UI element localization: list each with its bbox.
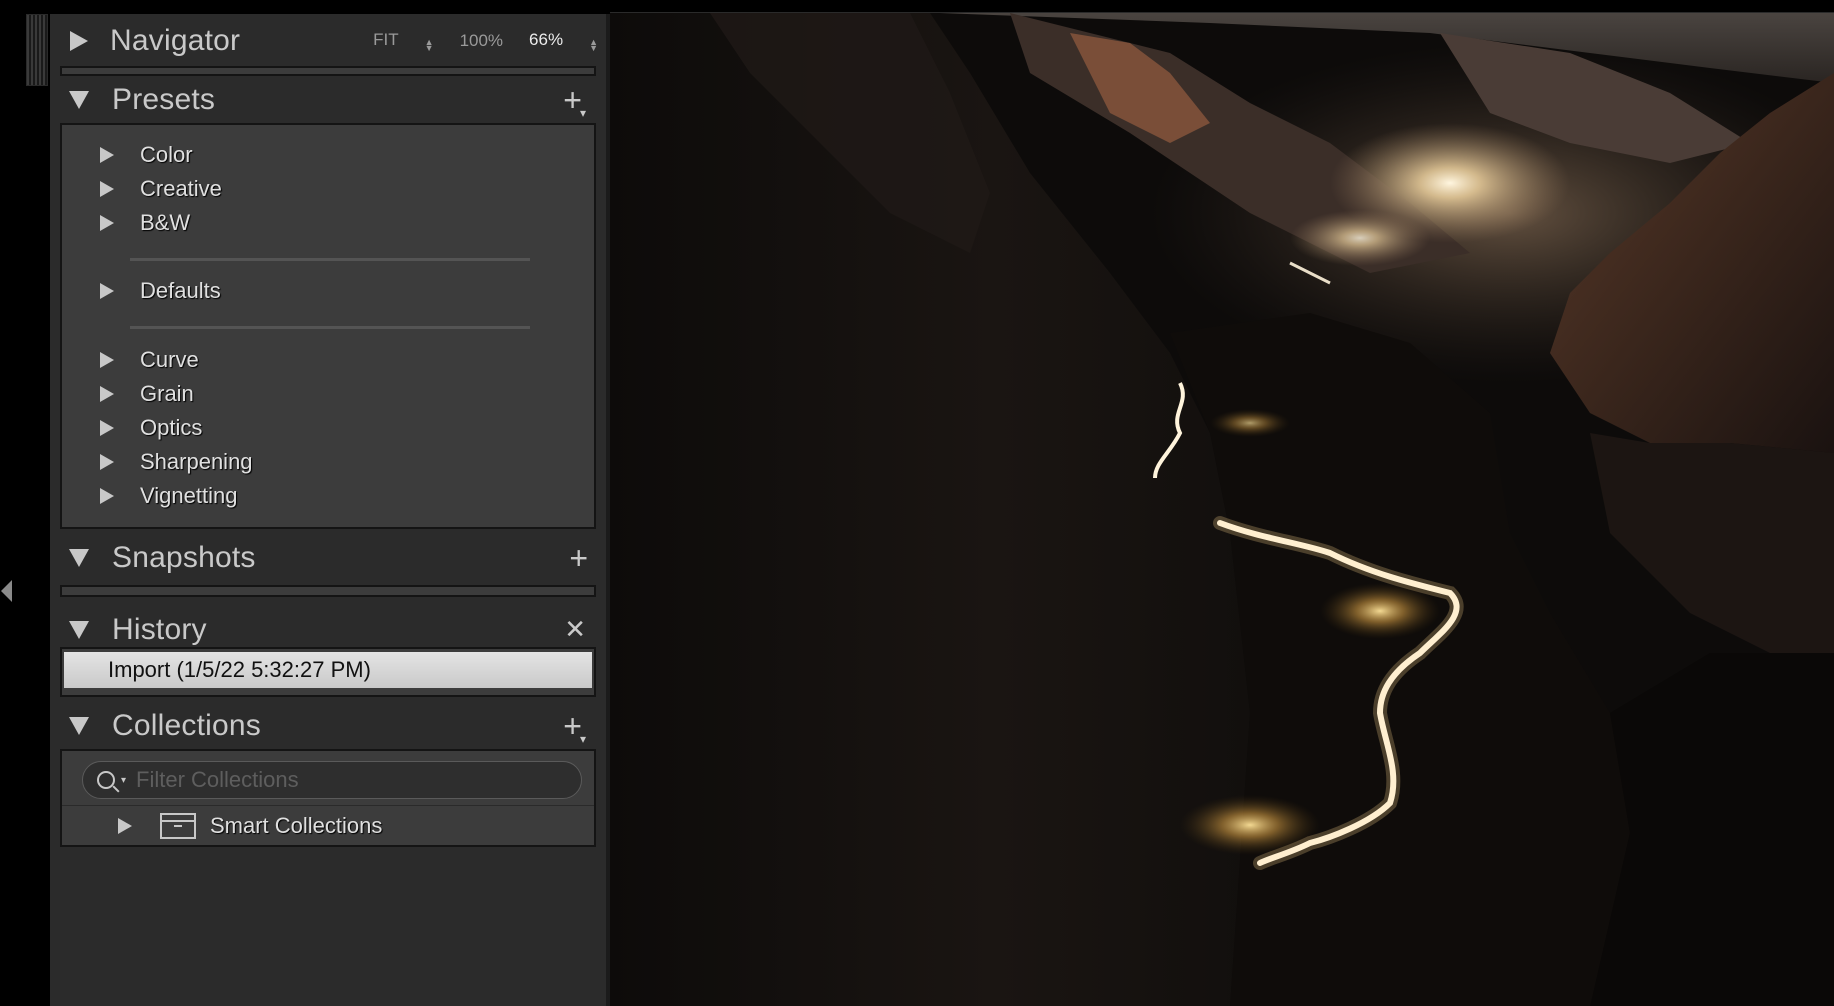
navigator-title: Navigator bbox=[110, 24, 241, 57]
presets-list: Color Creative B&W Defaults Curve Grain … bbox=[60, 123, 596, 529]
expand-triangle-icon bbox=[100, 420, 114, 436]
preset-divider bbox=[130, 326, 530, 329]
snapshots-list bbox=[60, 585, 596, 597]
history-list: Import (1/5/22 5:32:27 PM) bbox=[60, 647, 596, 697]
filter-collections-input[interactable] bbox=[134, 766, 555, 794]
zoom-fit-label: FIT bbox=[373, 30, 399, 49]
navigator-header[interactable]: Navigator FIT ▲ ▼ 100% 66% ▲ ▼ bbox=[50, 14, 606, 68]
navigator-expand-triangle-icon[interactable] bbox=[70, 31, 88, 51]
preset-group-label: Color bbox=[140, 142, 193, 167]
add-collection-plus-icon[interactable]: +▾ bbox=[563, 710, 588, 748]
snapshots-title: Snapshots bbox=[112, 541, 256, 574]
collection-set-icon bbox=[160, 812, 196, 839]
history-item-selected[interactable]: Import (1/5/22 5:32:27 PM) bbox=[64, 652, 592, 688]
collection-label: Smart Collections bbox=[210, 812, 383, 838]
left-panel: Navigator FIT ▲ ▼ 100% 66% ▲ ▼ Presets +▾ Co… bbox=[50, 14, 606, 1006]
snapshots-collapse-triangle-icon[interactable] bbox=[69, 549, 89, 567]
collections-collapse-triangle-icon[interactable] bbox=[69, 717, 89, 735]
preset-group-curve[interactable]: Curve bbox=[100, 343, 199, 377]
preset-group-bw[interactable]: B&W bbox=[100, 206, 190, 240]
preset-group-label: Sharpening bbox=[140, 449, 253, 474]
expand-triangle-icon bbox=[100, 147, 114, 163]
expand-triangle-icon bbox=[100, 488, 114, 504]
zoom-100-option[interactable]: 100% bbox=[460, 31, 503, 51]
preset-group-grain[interactable]: Grain bbox=[100, 377, 194, 411]
preset-divider bbox=[130, 258, 530, 261]
collapse-left-panel-arrow-icon[interactable] bbox=[1, 580, 12, 602]
expand-triangle-icon bbox=[100, 352, 114, 368]
zoom-fit-updown-icon[interactable]: ▲ ▼ bbox=[425, 38, 434, 53]
collections-header[interactable]: Collections +▾ bbox=[50, 699, 606, 753]
snapshots-header[interactable]: Snapshots + bbox=[50, 531, 606, 585]
expand-triangle-icon bbox=[100, 454, 114, 470]
add-preset-plus-icon[interactable]: +▾ bbox=[563, 84, 588, 122]
expand-triangle-icon bbox=[100, 181, 114, 197]
history-collapse-triangle-icon[interactable] bbox=[69, 621, 89, 639]
preset-group-vignetting[interactable]: Vignetting bbox=[100, 479, 237, 513]
preset-group-optics[interactable]: Optics bbox=[100, 411, 202, 445]
left-panel-edge[interactable] bbox=[0, 0, 26, 1006]
preset-group-sharpening[interactable]: Sharpening bbox=[100, 445, 253, 479]
zoom-current-label: 66% bbox=[529, 30, 564, 49]
canyon-night-photo bbox=[610, 13, 1834, 1006]
presets-header[interactable]: Presets +▾ bbox=[50, 73, 606, 127]
collections-list: ▾ Smart Collections bbox=[60, 749, 596, 847]
search-icon[interactable] bbox=[97, 771, 115, 789]
presets-title: Presets bbox=[112, 83, 216, 116]
search-options-chevron-down-icon[interactable]: ▾ bbox=[121, 775, 126, 786]
collections-title: Collections bbox=[112, 709, 261, 742]
zoom-current-updown-icon[interactable]: ▲ ▼ bbox=[589, 38, 598, 53]
preset-group-label: B&W bbox=[140, 210, 191, 235]
preset-group-label: Grain bbox=[140, 381, 194, 406]
zoom-fit-option[interactable]: FIT ▲ ▼ bbox=[373, 30, 434, 53]
navigator-zoom-group: FIT ▲ ▼ 100% 66% ▲ ▼ bbox=[347, 30, 598, 53]
panel-scroll-grip[interactable] bbox=[26, 14, 48, 86]
preset-group-defaults[interactable]: Defaults bbox=[100, 274, 221, 308]
preset-group-label: Defaults bbox=[140, 278, 221, 303]
preset-group-label: Optics bbox=[140, 415, 203, 440]
expand-triangle-icon bbox=[100, 283, 114, 299]
zoom-current-option[interactable]: 66% ▲ ▼ bbox=[529, 30, 598, 53]
history-title: History bbox=[112, 613, 207, 646]
clear-history-close-icon[interactable]: ✕ bbox=[564, 615, 586, 645]
preset-group-creative[interactable]: Creative bbox=[100, 172, 222, 206]
collection-set-smart-collections[interactable]: Smart Collections bbox=[62, 805, 594, 845]
presets-collapse-triangle-icon[interactable] bbox=[69, 91, 89, 109]
filter-collections-field[interactable]: ▾ bbox=[82, 761, 582, 799]
add-snapshot-plus-icon[interactable]: + bbox=[569, 542, 588, 574]
expand-triangle-icon bbox=[100, 215, 114, 231]
preset-group-label: Creative bbox=[140, 176, 222, 201]
expand-triangle-icon[interactable] bbox=[118, 817, 132, 834]
preset-group-label: Vignetting bbox=[140, 483, 238, 508]
preset-group-label: Curve bbox=[140, 347, 199, 372]
lightroom-develop-window: Navigator FIT ▲ ▼ 100% 66% ▲ ▼ Presets +▾ Co… bbox=[0, 0, 1834, 1006]
photo-canvas[interactable] bbox=[610, 12, 1834, 1006]
preset-group-color[interactable]: Color bbox=[100, 138, 193, 172]
expand-triangle-icon bbox=[100, 386, 114, 402]
